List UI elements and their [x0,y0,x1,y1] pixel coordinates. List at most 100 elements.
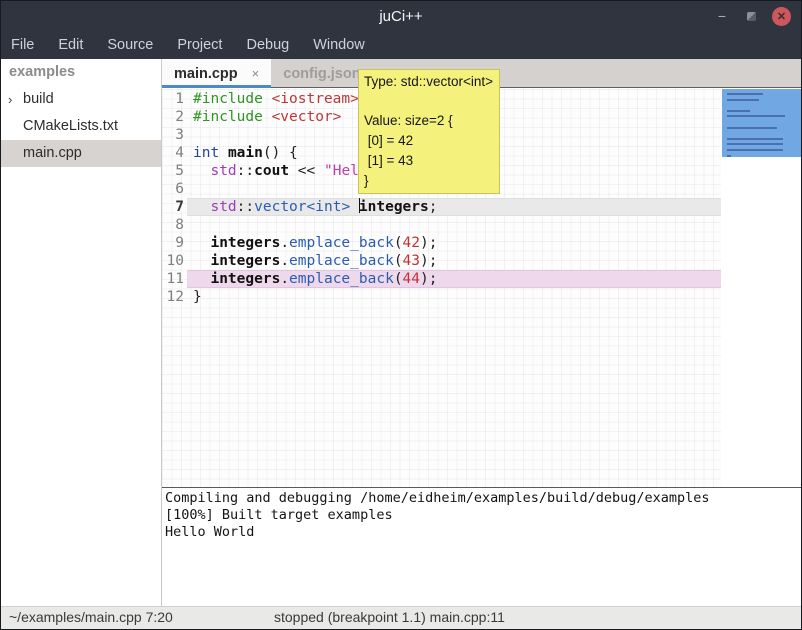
menu-item-edit[interactable]: Edit [50,31,91,59]
token-plain [263,109,272,125]
token-plain [193,235,210,251]
file-label: CMakeLists.txt [23,118,118,134]
sidebar-item-build[interactable]: ›build [1,86,161,113]
token-num: 42 [403,235,420,251]
minimap[interactable] [721,89,802,487]
tooltip-line: Value: size=2 { [364,111,493,131]
restore-button[interactable] [747,12,756,21]
token-var: integers [210,271,280,287]
file-label: main.cpp [23,145,82,161]
token-pp: #include [193,109,263,125]
tab-label: config.json [283,66,360,82]
token-var: main [228,145,263,161]
line-number-gutter[interactable]: 123456789101112 [162,90,184,306]
line-number[interactable]: 5 [162,162,184,180]
token-plain: } [193,289,202,305]
project-name: examples [1,59,161,86]
menu-item-source[interactable]: Source [99,31,161,59]
token-type: vector<int> [254,199,350,215]
line-number[interactable]: 10 [162,252,184,270]
tab-label: main.cpp [174,66,238,82]
file-tree: ›build CMakeLists.txt main.cpp [1,86,161,167]
tooltip-line: [0] = 42 [364,131,493,151]
minimap-code-line [727,149,783,151]
menu-bar: File Edit Source Project Debug Window [1,31,801,59]
code-line[interactable]: } [193,288,437,306]
token-plain [193,163,210,179]
code-line[interactable]: std::vector<int> integers; [193,198,437,216]
chevron-right-icon[interactable]: › [8,86,12,113]
line-number[interactable]: 7 [162,198,184,216]
token-var: cout [254,163,289,179]
line-number[interactable]: 9 [162,234,184,252]
token-plain: :: [237,199,254,215]
line-number[interactable]: 2 [162,108,184,126]
token-plain: . [280,271,289,287]
file-tree-panel[interactable]: examples ›build CMakeLists.txt main.cpp [1,59,161,606]
line-number[interactable]: 6 [162,180,184,198]
token-var: integers [210,235,280,251]
token-plain: ; [429,199,438,215]
terminal-output[interactable]: Compiling and debugging /home/eidheim/ex… [162,488,802,606]
debug-value-tooltip: Type: std::vector<int> Value: size=2 { [… [358,69,500,194]
token-plain: ); [420,271,437,287]
token-plain: () { [263,145,298,161]
minimap-viewport[interactable] [722,89,802,157]
token-plain: << [289,163,324,179]
menu-item-file[interactable]: File [3,31,42,59]
token-plain: ); [420,235,437,251]
minimap-code-line [727,143,783,145]
token-pp: #include [193,91,263,107]
minimap-code-line [727,110,750,112]
line-number[interactable]: 3 [162,126,184,144]
token-plain [263,91,272,107]
token-var: integers [359,199,429,215]
token-type: emplace_back [289,253,394,269]
active-tab-underline [162,85,271,88]
menu-item-project[interactable]: Project [169,31,230,59]
tooltip-line: } [364,171,493,191]
terminal-line: [100%] Built target examples [165,507,802,524]
terminal-line: Hello World [165,524,802,541]
code-line[interactable]: integers.emplace_back(43); [193,252,437,270]
sidebar-item-cmakelists-txt[interactable]: CMakeLists.txt [1,113,161,140]
code-line[interactable]: integers.emplace_back(44); [193,270,437,288]
menu-item-window[interactable]: Window [305,31,373,59]
line-number[interactable]: 8 [162,216,184,234]
status-bar: ~/examples/main.cpp 7:20 stopped (breakp… [1,606,801,629]
token-ns: std [210,163,236,179]
token-plain [219,145,228,161]
tab-main-cpp[interactable]: main.cpp × [162,59,271,88]
status-debug-state: stopped (breakpoint 1.1) main.cpp:11 [274,609,505,625]
close-button[interactable]: ✕ [772,7,791,26]
token-plain: ( [394,235,403,251]
token-type: emplace_back [289,235,394,251]
line-number[interactable]: 11 [162,270,184,288]
token-num: 43 [403,253,420,269]
menu-item-debug[interactable]: Debug [238,31,297,59]
tooltip-line: Type: std::vector<int> [364,72,493,92]
minimap-code-line [727,93,763,95]
minimize-button[interactable]: − [713,7,731,25]
token-plain: :: [237,163,254,179]
title-bar[interactable]: juCi++ − ✕ [1,1,801,31]
token-plain: . [280,235,289,251]
minimap-code-line [727,115,785,117]
terminal-line: Compiling and debugging /home/eidheim/ex… [165,490,802,507]
status-file-location: ~/examples/main.cpp 7:20 [9,609,173,625]
minimap-code-line [727,138,783,140]
code-line[interactable]: integers.emplace_back(42); [193,234,437,252]
line-number[interactable]: 12 [162,288,184,306]
line-number[interactable]: 4 [162,144,184,162]
app-window: juCi++ − ✕ File Edit Source Project Debug Win… [0,0,802,630]
sidebar-item-main-cpp[interactable]: main.cpp [1,140,161,167]
token-plain [193,199,210,215]
token-plain: ( [394,271,403,287]
token-plain: . [280,253,289,269]
token-plain: ); [420,253,437,269]
line-number[interactable]: 1 [162,90,184,108]
token-var: integers [210,253,280,269]
code-line[interactable] [193,216,437,234]
tab-close-icon[interactable]: × [252,66,260,81]
token-num: 44 [403,271,420,287]
